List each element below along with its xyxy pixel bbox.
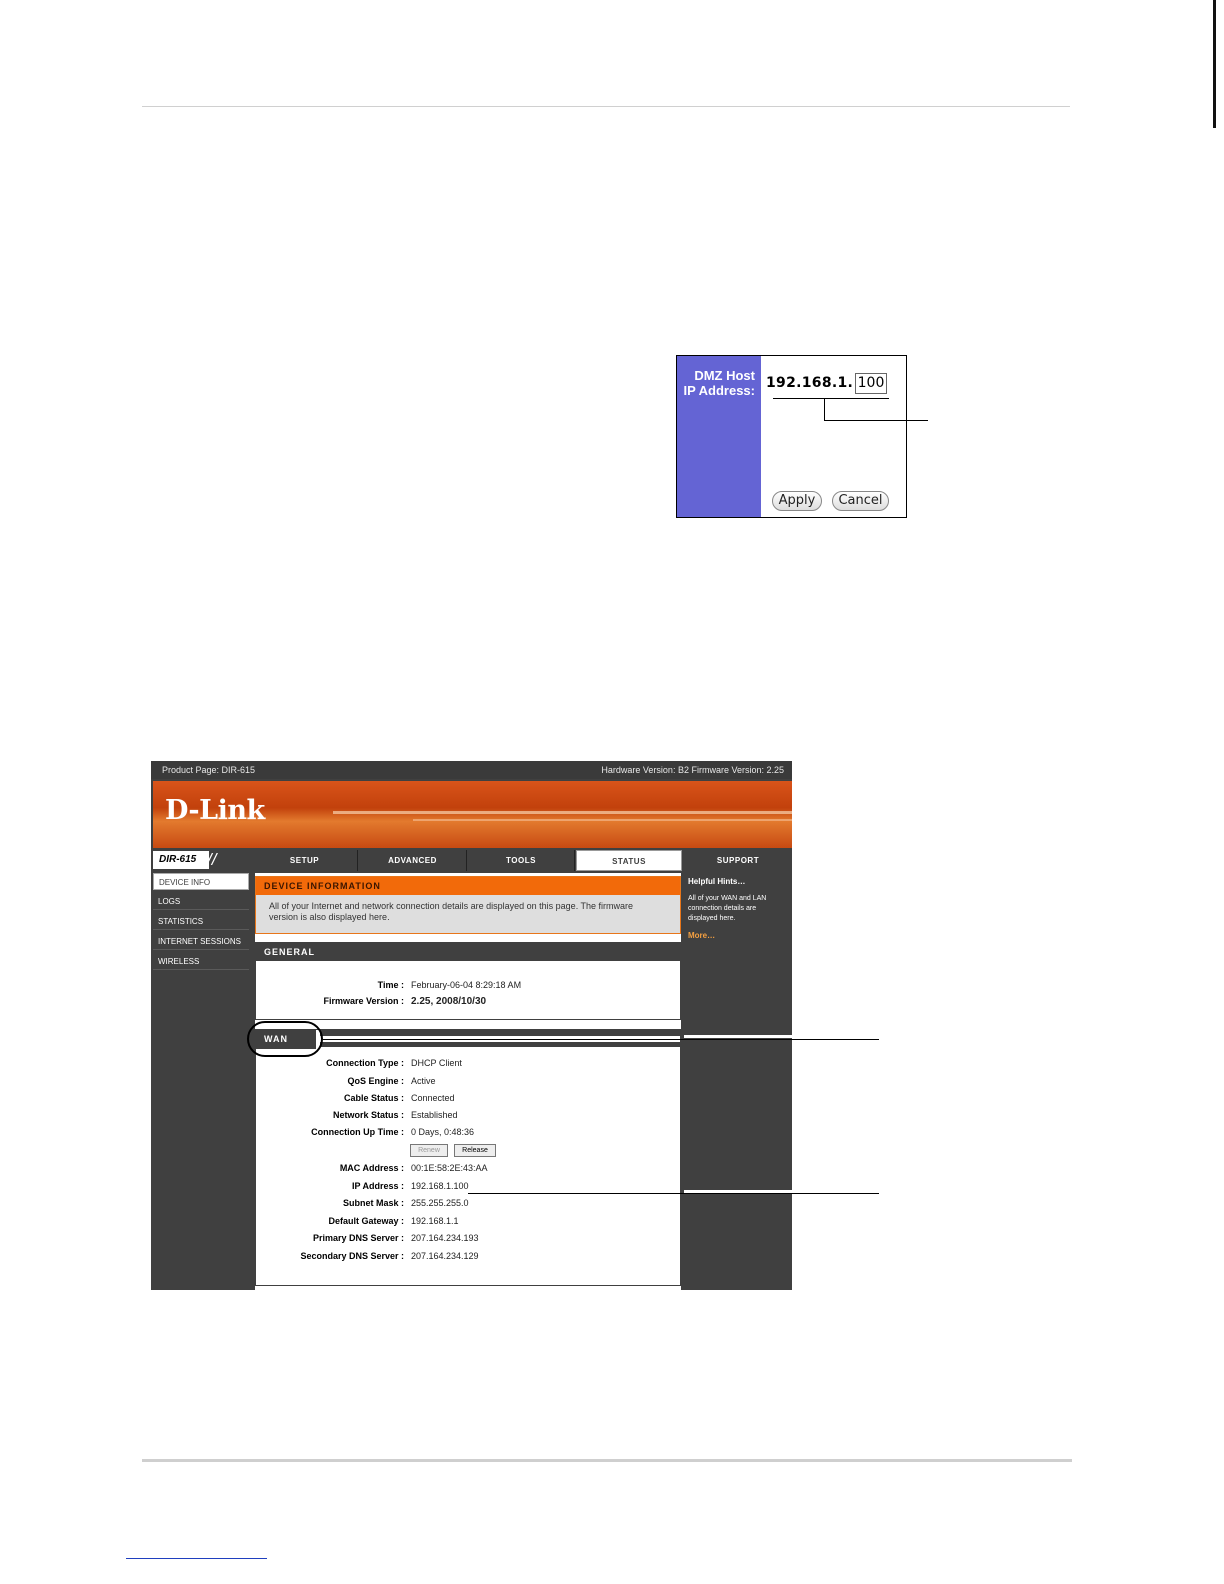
release-button[interactable]: Release <box>454 1144 496 1157</box>
footer-link-underline <box>126 1558 267 1559</box>
router-main-content: DEVICE INFORMATION All of your Internet … <box>255 873 681 1290</box>
helpful-hints-title: Helpful Hints… <box>688 877 746 886</box>
tab-status[interactable]: STATUS <box>576 850 682 871</box>
dlink-logo: D-Link <box>165 795 265 826</box>
general-section: GENERAL Time : February-06-04 8:29:18 AM… <box>255 942 681 1020</box>
footer-rule <box>142 1459 1072 1462</box>
device-information-section: DEVICE INFORMATION All of your Internet … <box>255 876 681 934</box>
sidebar-item-logs[interactable]: LOGS <box>153 893 249 910</box>
wan-highlight-circle <box>247 1021 323 1057</box>
cancel-button[interactable]: Cancel <box>832 491 889 511</box>
sidebar-item-internet-sessions[interactable]: INTERNET SESSIONS <box>153 933 249 950</box>
dmz-host-panel: DMZ Host IP Address: 192.168.1. 100 Appl… <box>676 355 907 518</box>
device-information-text: All of your Internet and network connect… <box>269 901 634 922</box>
helpful-hints-text: All of your WAN and LAN connection detai… <box>688 895 767 922</box>
dmz-ip-underline <box>773 398 889 399</box>
header-rule <box>142 106 1070 107</box>
tab-advanced[interactable]: ADVANCED <box>359 850 467 871</box>
tab-setup[interactable]: SETUP <box>252 850 358 871</box>
more-link[interactable]: More… <box>688 931 715 940</box>
router-status-screenshot: Product Page: DIR-615 Hardware Version: … <box>151 761 792 1290</box>
apply-button[interactable]: Apply <box>772 491 822 511</box>
wan-callout-line <box>323 1039 879 1040</box>
tab-support[interactable]: SUPPORT <box>684 850 792 871</box>
dmz-callout-line-h <box>824 420 928 421</box>
sidebar-item-wireless[interactable]: WIRELESS <box>153 953 249 970</box>
version-info: Hardware Version: B2 Firmware Version: 2… <box>601 765 784 775</box>
model-slashes: // <box>207 850 217 869</box>
product-page-link[interactable]: Product Page: DIR-615 <box>162 761 255 779</box>
dmz-ip-prefix: 192.168.1. <box>766 375 854 391</box>
support-panel: SUPPORT Helpful Hints… All of your WAN a… <box>684 850 792 1290</box>
tab-tools[interactable]: TOOLS <box>468 850 575 871</box>
sidebar-item-device-info[interactable]: DEVICE INFO <box>153 873 249 890</box>
wan-section: WAN Connection Type : DHCP Client QoS Engi… <box>255 1029 681 1286</box>
dmz-label-column: DMZ Host IP Address: <box>677 356 761 517</box>
dmz-ip-last-octet-input[interactable]: 100 <box>855 373 887 394</box>
page-edge-line <box>1213 0 1216 128</box>
device-information-title: DEVICE INFORMATION <box>256 877 680 895</box>
dlink-banner: D-Link <box>153 781 792 848</box>
general-title: GENERAL <box>256 943 680 961</box>
router-top-bar: Product Page: DIR-615 Hardware Version: … <box>151 761 792 779</box>
dmz-callout-line <box>824 398 825 420</box>
ip-callout-line <box>468 1193 879 1194</box>
renew-button[interactable]: Renew <box>410 1144 448 1157</box>
model-badge: DIR-615 <box>153 851 209 869</box>
dmz-host-label: DMZ Host IP Address: <box>683 368 755 398</box>
sidebar-item-statistics[interactable]: STATISTICS <box>153 913 249 930</box>
